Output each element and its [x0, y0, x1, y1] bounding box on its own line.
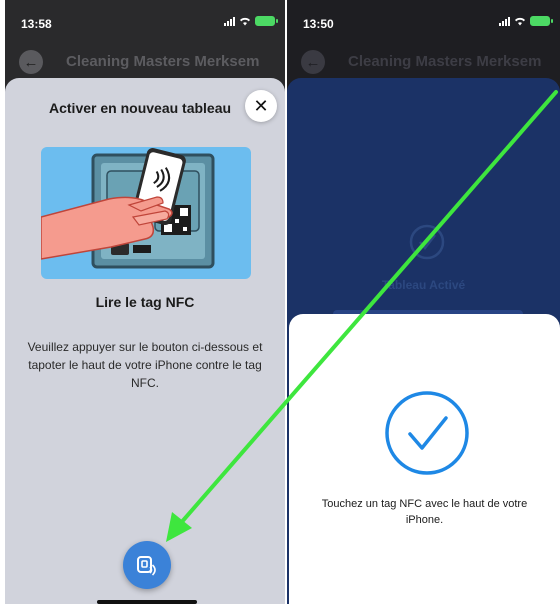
status-time: 13:58 — [21, 17, 52, 31]
close-button[interactable]: ✕ — [245, 90, 277, 122]
back-button[interactable]: ← — [19, 50, 43, 74]
status-bar: 13:58 — [5, 0, 285, 44]
signal-icon — [499, 16, 510, 26]
status-bar: 13:50 — [287, 0, 560, 44]
check-circle-icon — [385, 391, 469, 475]
sheet-instructions: Veuillez appuyer sur le bouton ci-dessou… — [27, 340, 263, 390]
scan-prompt: Touchez un tag NFC avec le haut de votre… — [321, 498, 528, 526]
signal-icon — [224, 16, 235, 26]
activated-label: Tableau Activé — [381, 278, 466, 292]
nav-title: Cleaning Masters Merksem — [348, 53, 542, 70]
wifi-icon — [515, 17, 525, 26]
nfc-scan-icon — [137, 556, 156, 576]
nav-bar: ← Cleaning Masters Merksem — [287, 44, 560, 78]
nfc-tap-illustration — [41, 148, 215, 269]
arrow-left-icon: ← — [305, 53, 321, 71]
check-circle-icon — [409, 224, 445, 260]
phone-screen-right: 13:50 ← Cleaning Masters Merksem Tableau… — [287, 0, 560, 604]
battery-icon — [530, 16, 553, 26]
arrow-left-icon: ← — [23, 53, 39, 71]
sheet-title: Activer en nouveau tableau — [49, 100, 232, 116]
status-icons — [499, 16, 553, 26]
nfc-illustration — [41, 147, 251, 279]
status-time: 13:50 — [303, 17, 334, 31]
nfc-scan-button[interactable] — [123, 541, 171, 589]
nav-bar: ← Cleaning Masters Merksem — [5, 44, 285, 78]
back-button[interactable]: ← — [301, 50, 325, 74]
nav-title: Cleaning Masters Merksem — [66, 53, 260, 70]
home-indicator — [97, 600, 197, 604]
close-icon: ✕ — [253, 95, 269, 116]
nfc-scan-sheet: Touchez un tag NFC avec le haut de votre… — [289, 314, 560, 604]
phone-screen-left: 13:58 ← Cleaning Masters Merksem Activer… — [5, 0, 285, 604]
battery-icon — [255, 16, 278, 26]
bottom-sheet: Activer en nouveau tableau ✕ Lire le tag… — [5, 78, 285, 604]
wifi-icon — [240, 17, 250, 26]
sheet-heading: Lire le tag NFC — [95, 294, 195, 310]
status-icons — [224, 16, 278, 26]
